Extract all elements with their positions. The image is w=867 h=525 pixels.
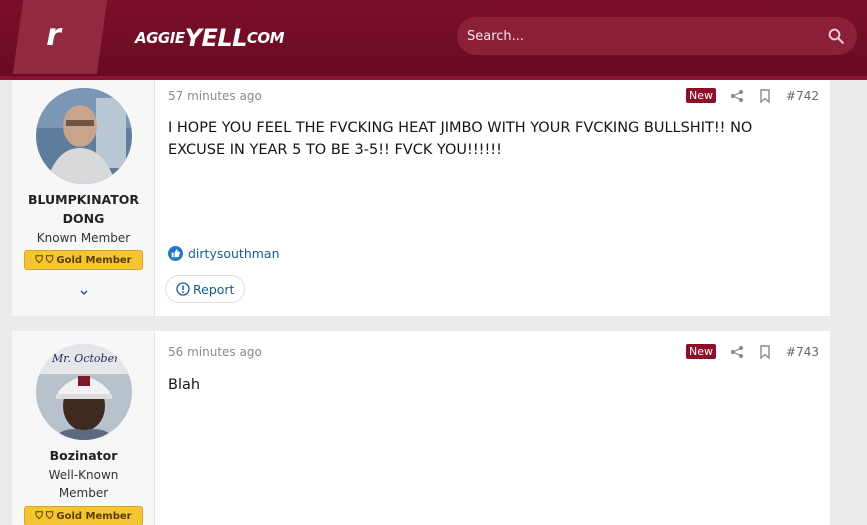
share-icon[interactable] [730, 345, 744, 359]
gold-member-badge: ⛉ ⛉ Gold Member [24, 506, 143, 525]
avatar-caption: Mr. October [51, 352, 120, 365]
user-title-line-2: Member [58, 486, 109, 500]
username-line-1: BLUMPKINATOR [27, 192, 140, 207]
user-title: Known Member [36, 231, 131, 245]
search-bar[interactable] [457, 17, 857, 55]
shield-icon: ⛉ [45, 510, 54, 522]
username-line-2: DONG [62, 211, 105, 226]
shield-icon: ⛉ [35, 254, 43, 266]
post-body: Blah [168, 377, 201, 393]
report-label: Report [193, 281, 235, 297]
brand-prefix: AGGIE [135, 29, 185, 47]
username[interactable]: Bozinator [12, 446, 155, 465]
alert-icon [176, 282, 190, 296]
avatar[interactable] [36, 88, 132, 184]
post-timestamp[interactable]: 57 minutes ago [168, 89, 262, 103]
post-742: BLUMPKINATOR DONG Known Member ⛉ ⛉ Gold … [12, 80, 830, 316]
post-timestamp[interactable]: 56 minutes ago [168, 345, 262, 359]
chevron-down-icon[interactable] [78, 287, 90, 299]
site-logo[interactable]: r [12, 0, 108, 74]
shield-icon: ⛉ [45, 254, 54, 266]
gold-member-badge: ⛉ ⛉ Gold Member [24, 250, 143, 270]
bookmark-icon[interactable] [758, 88, 772, 103]
search-input[interactable] [467, 25, 807, 47]
post-number[interactable]: #742 [786, 89, 819, 103]
site-header: r AGGIEYELLCOM [0, 0, 867, 80]
brand-wordmark[interactable]: AGGIEYELLCOM [135, 24, 285, 52]
post-actions: New #742 [686, 88, 819, 103]
user-title-line-1: Well-Known [48, 468, 119, 482]
logo-letter: r [46, 18, 62, 53]
new-badge: New [686, 88, 717, 103]
user-title: Well-Known Member [12, 466, 155, 502]
like-icon [168, 246, 183, 261]
username[interactable]: BLUMPKINATOR DONG [12, 190, 155, 228]
share-icon[interactable] [730, 89, 744, 103]
badge-label: Gold Member [56, 510, 132, 522]
post-user-pane: Mr. October Bozinator Well-Known Member … [12, 331, 155, 525]
brand-mid: YELL [184, 24, 248, 52]
brand-suffix: COM [246, 29, 285, 47]
search-icon[interactable] [827, 27, 845, 45]
new-badge: New [686, 344, 717, 359]
avatar[interactable]: Mr. October [36, 344, 132, 440]
post-body: I HOPE YOU FEEL THE FVCKING HEAT JIMBO W… [168, 120, 753, 158]
post-user-pane: BLUMPKINATOR DONG Known Member ⛉ ⛉ Gold … [12, 80, 155, 316]
post-number[interactable]: #743 [786, 345, 819, 359]
post-743: Mr. October Bozinator Well-Known Member … [12, 331, 830, 525]
report-button[interactable]: Report [165, 275, 246, 303]
reaction-summary[interactable]: dirtysouthman [168, 246, 280, 261]
post-actions: New #743 [686, 344, 819, 359]
shield-icon: ⛉ [35, 510, 43, 522]
reaction-user[interactable]: dirtysouthman [188, 246, 280, 261]
badge-label: Gold Member [56, 254, 132, 266]
bookmark-icon[interactable] [758, 344, 772, 359]
